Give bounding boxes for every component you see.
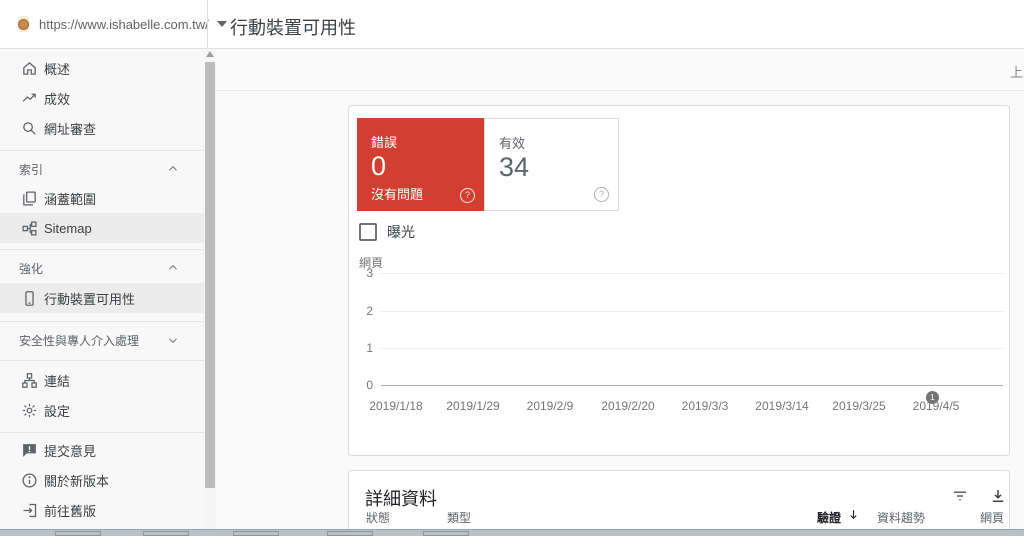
sidebar-item-go-to-old-version[interactable]: 前往舊版	[0, 495, 204, 525]
sitemap-icon	[20, 219, 38, 237]
sidebar-section-security[interactable]: 安全性與專人介入處理	[0, 327, 204, 353]
dropdown-caret-icon	[216, 21, 227, 27]
gridline-zero	[381, 385, 1003, 386]
download-icon[interactable]	[989, 487, 1009, 507]
feedback-icon	[20, 441, 38, 459]
taskbar-button	[55, 531, 101, 536]
valid-count: 34	[499, 152, 530, 182]
impressions-checkbox-row[interactable]: 曝光	[359, 222, 415, 242]
gridline	[381, 348, 1003, 349]
sidebar-divider	[0, 321, 204, 322]
column-header-trend[interactable]: 資料趨勢	[877, 509, 925, 526]
scrollbar-thumb[interactable]	[205, 62, 215, 488]
sidebar-item-performance[interactable]: 成效	[0, 83, 204, 113]
column-header-status[interactable]: 狀態	[366, 509, 390, 526]
y-tick: 2	[366, 304, 373, 318]
exit-to-app-icon	[20, 501, 38, 519]
gear-icon	[20, 401, 38, 419]
taskbar-button	[143, 531, 189, 536]
impressions-checkbox[interactable]	[359, 223, 377, 241]
info-icon	[20, 471, 38, 489]
sidebar-section-enhancements[interactable]: 強化	[0, 255, 204, 281]
app-window: https://www.ishabelle.com.tw/ 行動裝置可用性 概述…	[0, 0, 1024, 536]
chevron-up-icon	[166, 261, 180, 275]
sidebar-section-index[interactable]: 索引	[0, 156, 204, 182]
y-tick: 3	[366, 266, 373, 280]
home-icon	[20, 59, 38, 77]
taskbar-button	[327, 531, 373, 536]
search-icon	[20, 119, 38, 137]
scrollbar-up-arrow-icon[interactable]	[206, 51, 214, 57]
sidebar-item-sitemap[interactable]: Sitemap	[0, 213, 204, 243]
property-url: https://www.ishabelle.com.tw/	[39, 16, 209, 32]
site-favicon-icon	[18, 16, 29, 32]
sidebar-divider	[0, 432, 204, 433]
page-title: 行動裝置可用性	[230, 18, 356, 38]
trending-up-icon	[20, 89, 38, 107]
help-icon[interactable]: ?	[460, 188, 475, 203]
mobile-usability-report-card: 錯誤 0 沒有問題 ? 有效 34 ? 曝光 網頁 3 2 1 0 1 2019…	[348, 105, 1010, 456]
sidebar-item-url-inspection[interactable]: 網址審查	[0, 113, 204, 143]
coverage-pages-icon	[20, 189, 38, 207]
smartphone-icon	[20, 289, 38, 307]
valid-status-chip[interactable]: 有效 34 ?	[484, 118, 619, 211]
x-tick: 2019/4/5	[912, 399, 960, 413]
last-updated-text: 上次	[1010, 65, 1024, 80]
gridline	[381, 311, 1003, 312]
gridline	[381, 273, 1003, 274]
column-header-type[interactable]: 類型	[447, 509, 471, 526]
column-header-pages[interactable]: 網頁	[954, 509, 1004, 526]
y-tick: 0	[366, 378, 373, 392]
column-header-validation[interactable]: 驗證	[779, 509, 841, 526]
sidebar-item-coverage[interactable]: 涵蓋範圍	[0, 183, 204, 213]
links-icon	[20, 371, 38, 389]
sort-descending-icon[interactable]	[847, 508, 860, 521]
taskbar-button	[233, 531, 279, 536]
sidebar-item-mobile-usability[interactable]: 行動裝置可用性	[0, 283, 204, 313]
sidebar-item-links[interactable]: 連結	[0, 365, 204, 395]
sidebar-divider	[0, 150, 204, 151]
details-card: 詳細資料 狀態 類型 驗證 資料趨勢 網頁	[348, 470, 1010, 536]
error-count: 0	[371, 151, 387, 181]
sidebar-item-feedback[interactable]: 提交意見	[0, 435, 204, 465]
sidebar: 概述 成效 網址審查 索引 涵蓋範圍 Sitemap 強化 行動裝置可用性 安全…	[0, 49, 204, 536]
taskbar-button	[423, 531, 469, 536]
error-status-chip[interactable]: 錯誤 0 沒有問題 ?	[357, 118, 484, 211]
top-bar: https://www.ishabelle.com.tw/ 行動裝置可用性	[0, 0, 1024, 49]
taskbar	[0, 529, 1024, 536]
sidebar-divider	[0, 249, 204, 250]
chevron-down-icon	[166, 333, 180, 347]
sidebar-divider	[0, 360, 204, 361]
filter-icon[interactable]	[951, 487, 971, 507]
help-icon[interactable]: ?	[594, 187, 609, 202]
sidebar-item-settings[interactable]: 設定	[0, 395, 204, 425]
sidebar-item-overview[interactable]: 概述	[0, 53, 204, 83]
chevron-up-icon	[166, 162, 180, 176]
property-selector[interactable]: https://www.ishabelle.com.tw/	[12, 8, 227, 40]
y-tick: 1	[366, 341, 373, 355]
details-title: 詳細資料	[365, 489, 437, 509]
x-tick: 2019/2/9	[526, 399, 574, 413]
topbar-divider	[207, 0, 208, 48]
report-subheader	[216, 49, 1024, 91]
sidebar-item-about-new-version[interactable]: 關於新版本	[0, 465, 204, 495]
